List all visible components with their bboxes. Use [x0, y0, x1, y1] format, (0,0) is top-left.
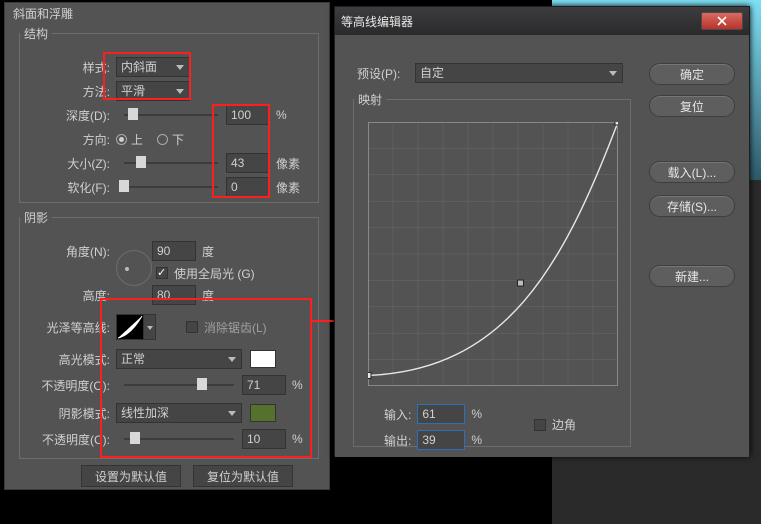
- contour-editor-dialog: 等高线编辑器 预设(P): 自定 映射 输入: 61 % 输出: 39 %: [334, 6, 750, 456]
- ok-button[interactable]: 确定: [649, 63, 735, 85]
- close-button[interactable]: [701, 12, 743, 30]
- shadow-color-swatch[interactable]: [250, 404, 276, 422]
- soften-label: 软化(F):: [20, 179, 116, 196]
- depth-label: 深度(D):: [20, 107, 116, 124]
- output-value[interactable]: 39: [417, 430, 465, 450]
- depth-input[interactable]: 100: [226, 105, 270, 125]
- global-light-label: 使用全局光 (G): [174, 265, 255, 282]
- highlight-mode-select[interactable]: 正常: [116, 349, 242, 369]
- output-label: 输出:: [384, 432, 411, 449]
- soften-unit: 像素: [276, 179, 300, 196]
- panel-title: 斜面和浮雕: [13, 5, 73, 22]
- highlight-opacity-label: 不透明度(O):: [20, 377, 116, 394]
- shading-group: 阴影 角度(N): 90 度 使用全局光 (G) 高度: 80 度 光泽等高线:: [19, 209, 319, 459]
- shadow-opacity-label: 不透明度(C):: [20, 431, 116, 448]
- mapping-group: 映射 输入: 61 % 输出: 39 % 边角: [353, 91, 631, 447]
- antialias-label: 消除锯齿(L): [204, 319, 267, 336]
- load-button[interactable]: 载入(L)...: [649, 161, 735, 183]
- corner-checkbox[interactable]: [534, 419, 546, 431]
- preset-select[interactable]: 自定: [415, 63, 623, 83]
- shadow-opacity-slider[interactable]: [124, 436, 234, 442]
- input-value[interactable]: 61: [417, 404, 465, 424]
- global-light-checkbox[interactable]: [156, 267, 168, 279]
- highlight-color-swatch[interactable]: [250, 350, 276, 368]
- reset-default-button[interactable]: 复位为默认值: [193, 465, 293, 487]
- direction-label: 方向:: [20, 131, 116, 148]
- antialias-checkbox[interactable]: [186, 321, 198, 333]
- shadow-opacity-unit: %: [292, 432, 303, 446]
- size-slider[interactable]: [124, 160, 218, 166]
- depth-slider[interactable]: [124, 112, 218, 118]
- curve-canvas[interactable]: [368, 122, 618, 386]
- technique-select[interactable]: 平滑: [116, 81, 190, 101]
- save-button[interactable]: 存储(S)...: [649, 195, 735, 217]
- gloss-contour-thumb[interactable]: [116, 314, 144, 340]
- shading-legend: 阴影: [20, 209, 52, 226]
- angle-input[interactable]: 90: [152, 241, 196, 261]
- technique-label: 方法:: [20, 83, 116, 100]
- shadow-opacity-input[interactable]: 10: [242, 429, 286, 449]
- altitude-input[interactable]: 80: [152, 285, 196, 305]
- direction-up-radio[interactable]: [116, 134, 127, 145]
- angle-label: 角度(N):: [20, 243, 116, 260]
- input-label: 输入:: [384, 406, 411, 423]
- style-label: 样式:: [20, 59, 116, 76]
- shadow-mode-label: 阴影模式:: [20, 405, 116, 422]
- mapping-legend: 映射: [354, 91, 386, 108]
- highlight-opacity-unit: %: [292, 378, 303, 392]
- size-unit: 像素: [276, 155, 300, 172]
- reset-button[interactable]: 复位: [649, 95, 735, 117]
- make-default-button[interactable]: 设置为默认值: [81, 465, 181, 487]
- preset-label: 预设(P):: [357, 65, 400, 82]
- gloss-contour-label: 光泽等高线:: [20, 319, 116, 336]
- soften-input[interactable]: 0: [226, 177, 270, 197]
- direction-down-label: 下: [172, 131, 184, 148]
- gloss-contour-dropdown[interactable]: [144, 314, 156, 340]
- size-label: 大小(Z):: [20, 155, 116, 172]
- output-unit: %: [471, 433, 482, 447]
- close-icon: [717, 16, 727, 26]
- altitude-label: 高度:: [20, 287, 116, 304]
- altitude-unit: 度: [202, 287, 214, 304]
- dialog-titlebar[interactable]: 等高线编辑器: [335, 7, 749, 35]
- bevel-emboss-panel: 斜面和浮雕 结构 样式: 内斜面 方法: 平滑 深度(D): 100 % 方向:…: [4, 2, 330, 490]
- dialog-title-text: 等高线编辑器: [341, 13, 701, 30]
- new-button[interactable]: 新建...: [649, 265, 735, 287]
- input-unit: %: [471, 407, 482, 421]
- structure-group: 结构 样式: 内斜面 方法: 平滑 深度(D): 100 % 方向: 上 下 大…: [19, 25, 319, 203]
- structure-legend: 结构: [20, 25, 52, 42]
- direction-up-label: 上: [131, 131, 143, 148]
- soften-slider[interactable]: [124, 184, 218, 190]
- angle-dial[interactable]: [116, 250, 152, 286]
- size-input[interactable]: 43: [226, 153, 270, 173]
- angle-unit: 度: [202, 243, 214, 260]
- highlight-opacity-input[interactable]: 71: [242, 375, 286, 395]
- direction-down-radio[interactable]: [157, 134, 168, 145]
- highlight-opacity-slider[interactable]: [124, 382, 234, 388]
- corner-label: 边角: [552, 416, 576, 433]
- shadow-mode-select[interactable]: 线性加深: [116, 403, 242, 423]
- highlight-mode-label: 高光模式:: [20, 351, 116, 368]
- style-select[interactable]: 内斜面: [116, 57, 190, 77]
- depth-unit: %: [276, 108, 287, 122]
